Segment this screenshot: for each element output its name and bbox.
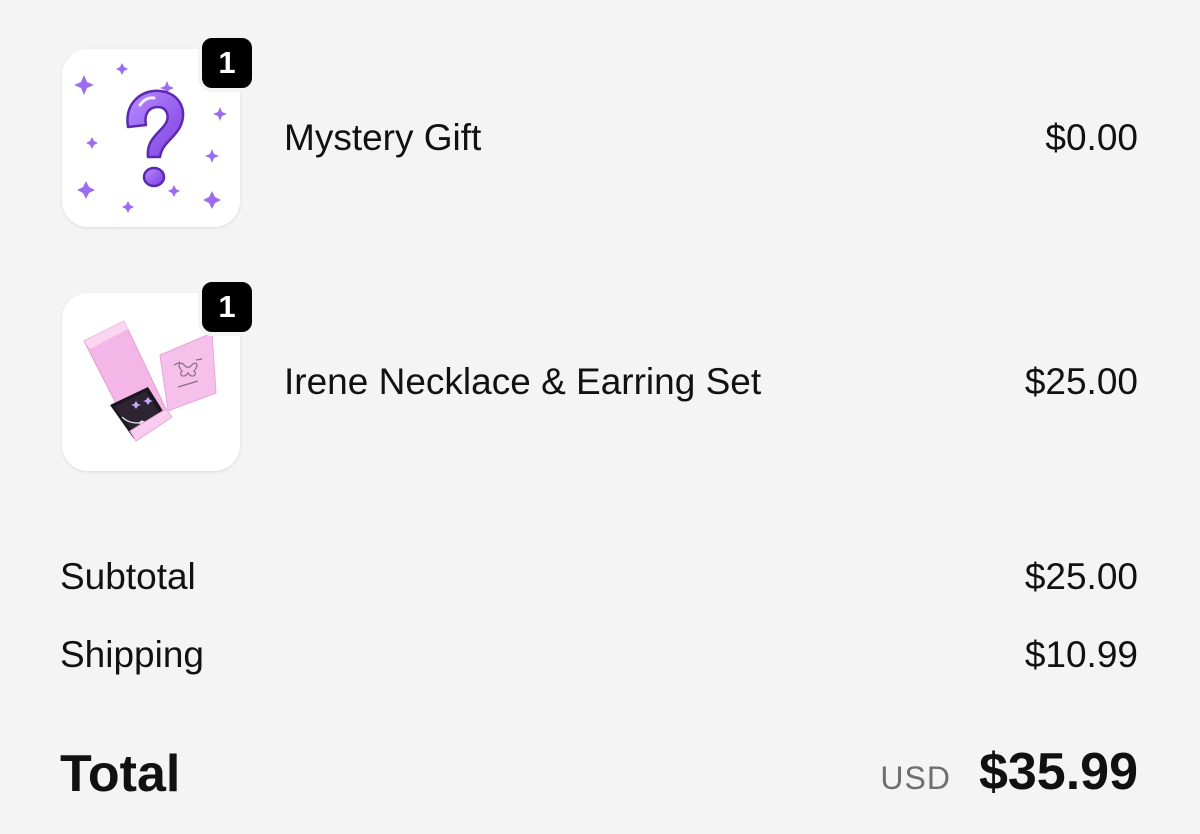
item-price: $25.00 (1024, 361, 1138, 402)
subtotal-value: $25.00 (1024, 556, 1138, 597)
total-label: Total (60, 745, 181, 803)
subtotal-label: Subtotal (60, 556, 196, 597)
quantity-badge: 1 (198, 278, 256, 336)
shipping-value: $10.99 (1024, 634, 1138, 675)
item-name: Irene Necklace & Earring Set (284, 361, 762, 402)
total-value: $35.99 (978, 743, 1138, 801)
currency-code: USD (880, 760, 951, 796)
shipping-label: Shipping (60, 634, 205, 675)
line-item-irene-set: 1 Irene Necklace & Earring Set $25.00 (0, 0, 1200, 471)
total-amount: USD $35.99 (880, 742, 1138, 802)
